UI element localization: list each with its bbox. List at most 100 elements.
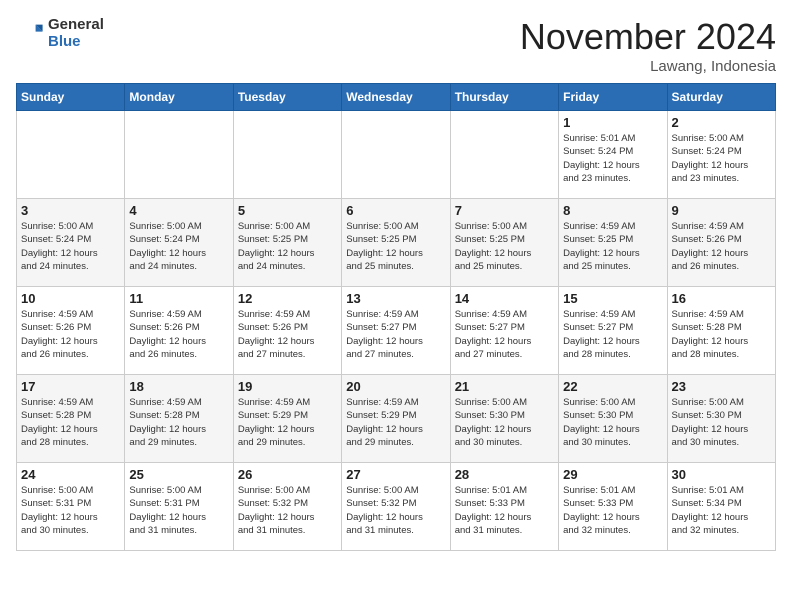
location-subtitle: Lawang, Indonesia <box>520 58 776 75</box>
header-day-wednesday: Wednesday <box>342 84 450 111</box>
calendar-cell: 27 Sunrise: 5:00 AM Sunset: 5:32 PM Dayli… <box>342 463 450 551</box>
day-number: 3 <box>21 203 120 218</box>
day-info: Sunrise: 5:00 AM Sunset: 5:25 PM Dayligh… <box>238 220 337 273</box>
day-info: Sunrise: 5:00 AM Sunset: 5:24 PM Dayligh… <box>672 132 771 185</box>
day-info: Sunrise: 4:59 AM Sunset: 5:29 PM Dayligh… <box>238 396 337 449</box>
logo-text: General Blue <box>48 16 104 50</box>
day-info: Sunrise: 5:01 AM Sunset: 5:33 PM Dayligh… <box>455 484 554 537</box>
calendar-cell: 22Sunrise: 5:00 AM Sunset: 5:30 PM Dayli… <box>559 375 667 463</box>
calendar-header-row: SundayMondayTuesdayWednesdayThursdayFrid… <box>17 84 776 111</box>
day-number: 21 <box>455 379 554 394</box>
day-number: 28 <box>455 467 554 482</box>
calendar-cell: 25 Sunrise: 5:00 AM Sunset: 5:31 PM Dayli… <box>125 463 233 551</box>
day-info: Sunrise: 5:00 AM Sunset: 5:31 PM Dayligh… <box>21 484 120 537</box>
calendar-cell: 20 Sunrise: 4:59 AM Sunset: 5:29 PM Dayli… <box>342 375 450 463</box>
day-number: 24 <box>21 467 120 482</box>
day-number: 29 <box>563 467 662 482</box>
logo-general: General <box>48 16 104 33</box>
calendar-cell: 16 Sunrise: 4:59 AM Sunset: 5:28 PM Dayli… <box>667 287 775 375</box>
day-number: 15 <box>563 291 662 306</box>
day-info: Sunrise: 4:59 AM Sunset: 5:29 PM Dayligh… <box>346 396 445 449</box>
day-info: Sunrise: 5:00 AM Sunset: 5:30 PM Dayligh… <box>455 396 554 449</box>
calendar-cell: 17 Sunrise: 4:59 AM Sunset: 5:28 PM Dayli… <box>17 375 125 463</box>
calendar-cell <box>342 111 450 199</box>
calendar-cell: 24 Sunrise: 5:00 AM Sunset: 5:31 PM Dayli… <box>17 463 125 551</box>
day-number: 14 <box>455 291 554 306</box>
day-number: 5 <box>238 203 337 218</box>
calendar-cell: 10 Sunrise: 4:59 AM Sunset: 5:26 PM Dayli… <box>17 287 125 375</box>
day-info: Sunrise: 5:01 AM Sunset: 5:33 PM Dayligh… <box>563 484 662 537</box>
calendar-cell: 6Sunrise: 5:00 AM Sunset: 5:25 PM Daylig… <box>342 199 450 287</box>
calendar-cell: 19Sunrise: 4:59 AM Sunset: 5:29 PM Dayli… <box>233 375 341 463</box>
day-info: Sunrise: 5:00 AM Sunset: 5:24 PM Dayligh… <box>129 220 228 273</box>
week-row-4: 17 Sunrise: 4:59 AM Sunset: 5:28 PM Dayli… <box>17 375 776 463</box>
logo-blue: Blue <box>48 33 104 50</box>
day-info: Sunrise: 4:59 AM Sunset: 5:26 PM Dayligh… <box>21 308 120 361</box>
day-number: 1 <box>563 115 662 130</box>
day-number: 11 <box>129 291 228 306</box>
calendar-cell: 28 Sunrise: 5:01 AM Sunset: 5:33 PM Dayli… <box>450 463 558 551</box>
day-info: Sunrise: 4:59 AM Sunset: 5:26 PM Dayligh… <box>672 220 771 273</box>
calendar-cell: 7 Sunrise: 5:00 AM Sunset: 5:25 PM Daylig… <box>450 199 558 287</box>
day-number: 7 <box>455 203 554 218</box>
day-info: Sunrise: 5:00 AM Sunset: 5:32 PM Dayligh… <box>346 484 445 537</box>
day-info: Sunrise: 4:59 AM Sunset: 5:28 PM Dayligh… <box>21 396 120 449</box>
day-info: Sunrise: 5:00 AM Sunset: 5:30 PM Dayligh… <box>672 396 771 449</box>
calendar-cell: 21 Sunrise: 5:00 AM Sunset: 5:30 PM Dayli… <box>450 375 558 463</box>
calendar-table: SundayMondayTuesdayWednesdayThursdayFrid… <box>16 83 776 551</box>
day-number: 10 <box>21 291 120 306</box>
week-row-3: 10 Sunrise: 4:59 AM Sunset: 5:26 PM Dayli… <box>17 287 776 375</box>
day-number: 27 <box>346 467 445 482</box>
day-number: 18 <box>129 379 228 394</box>
day-info: Sunrise: 4:59 AM Sunset: 5:28 PM Dayligh… <box>129 396 228 449</box>
calendar-body: 1 Sunrise: 5:01 AM Sunset: 5:24 PM Daylig… <box>17 111 776 551</box>
calendar-cell: 4 Sunrise: 5:00 AM Sunset: 5:24 PM Daylig… <box>125 199 233 287</box>
day-number: 4 <box>129 203 228 218</box>
calendar-cell <box>17 111 125 199</box>
week-row-1: 1 Sunrise: 5:01 AM Sunset: 5:24 PM Daylig… <box>17 111 776 199</box>
calendar-cell: 30Sunrise: 5:01 AM Sunset: 5:34 PM Dayli… <box>667 463 775 551</box>
calendar-cell <box>125 111 233 199</box>
day-info: Sunrise: 5:01 AM Sunset: 5:24 PM Dayligh… <box>563 132 662 185</box>
day-info: Sunrise: 5:00 AM Sunset: 5:25 PM Dayligh… <box>455 220 554 273</box>
day-number: 30 <box>672 467 771 482</box>
calendar-cell: 5 Sunrise: 5:00 AM Sunset: 5:25 PM Daylig… <box>233 199 341 287</box>
header-day-tuesday: Tuesday <box>233 84 341 111</box>
calendar-cell: 9 Sunrise: 4:59 AM Sunset: 5:26 PM Daylig… <box>667 199 775 287</box>
calendar-cell: 26 Sunrise: 5:00 AM Sunset: 5:32 PM Dayli… <box>233 463 341 551</box>
calendar-cell: 13Sunrise: 4:59 AM Sunset: 5:27 PM Dayli… <box>342 287 450 375</box>
calendar-cell <box>450 111 558 199</box>
calendar-cell: 18 Sunrise: 4:59 AM Sunset: 5:28 PM Dayli… <box>125 375 233 463</box>
day-number: 20 <box>346 379 445 394</box>
title-block: November 2024 Lawang, Indonesia <box>520 16 776 75</box>
calendar-cell: 11Sunrise: 4:59 AM Sunset: 5:26 PM Dayli… <box>125 287 233 375</box>
day-number: 9 <box>672 203 771 218</box>
day-info: Sunrise: 4:59 AM Sunset: 5:25 PM Dayligh… <box>563 220 662 273</box>
month-title: November 2024 <box>520 16 776 58</box>
calendar-cell: 15 Sunrise: 4:59 AM Sunset: 5:27 PM Dayli… <box>559 287 667 375</box>
day-info: Sunrise: 5:00 AM Sunset: 5:32 PM Dayligh… <box>238 484 337 537</box>
day-info: Sunrise: 5:00 AM Sunset: 5:31 PM Dayligh… <box>129 484 228 537</box>
day-number: 26 <box>238 467 337 482</box>
day-info: Sunrise: 4:59 AM Sunset: 5:27 PM Dayligh… <box>563 308 662 361</box>
day-number: 25 <box>129 467 228 482</box>
calendar-cell <box>233 111 341 199</box>
calendar-cell: 14Sunrise: 4:59 AM Sunset: 5:27 PM Dayli… <box>450 287 558 375</box>
calendar-cell: 2 Sunrise: 5:00 AM Sunset: 5:24 PM Daylig… <box>667 111 775 199</box>
calendar-cell: 1 Sunrise: 5:01 AM Sunset: 5:24 PM Daylig… <box>559 111 667 199</box>
calendar-cell: 12Sunrise: 4:59 AM Sunset: 5:26 PM Dayli… <box>233 287 341 375</box>
day-number: 8 <box>563 203 662 218</box>
day-number: 22 <box>563 379 662 394</box>
calendar-cell: 23Sunrise: 5:00 AM Sunset: 5:30 PM Dayli… <box>667 375 775 463</box>
day-number: 2 <box>672 115 771 130</box>
day-number: 16 <box>672 291 771 306</box>
day-number: 6 <box>346 203 445 218</box>
header-day-saturday: Saturday <box>667 84 775 111</box>
day-info: Sunrise: 5:00 AM Sunset: 5:24 PM Dayligh… <box>21 220 120 273</box>
logo: General Blue <box>16 16 104 50</box>
day-info: Sunrise: 4:59 AM Sunset: 5:28 PM Dayligh… <box>672 308 771 361</box>
header-day-sunday: Sunday <box>17 84 125 111</box>
logo-icon <box>16 19 44 47</box>
day-number: 17 <box>21 379 120 394</box>
week-row-5: 24 Sunrise: 5:00 AM Sunset: 5:31 PM Dayli… <box>17 463 776 551</box>
